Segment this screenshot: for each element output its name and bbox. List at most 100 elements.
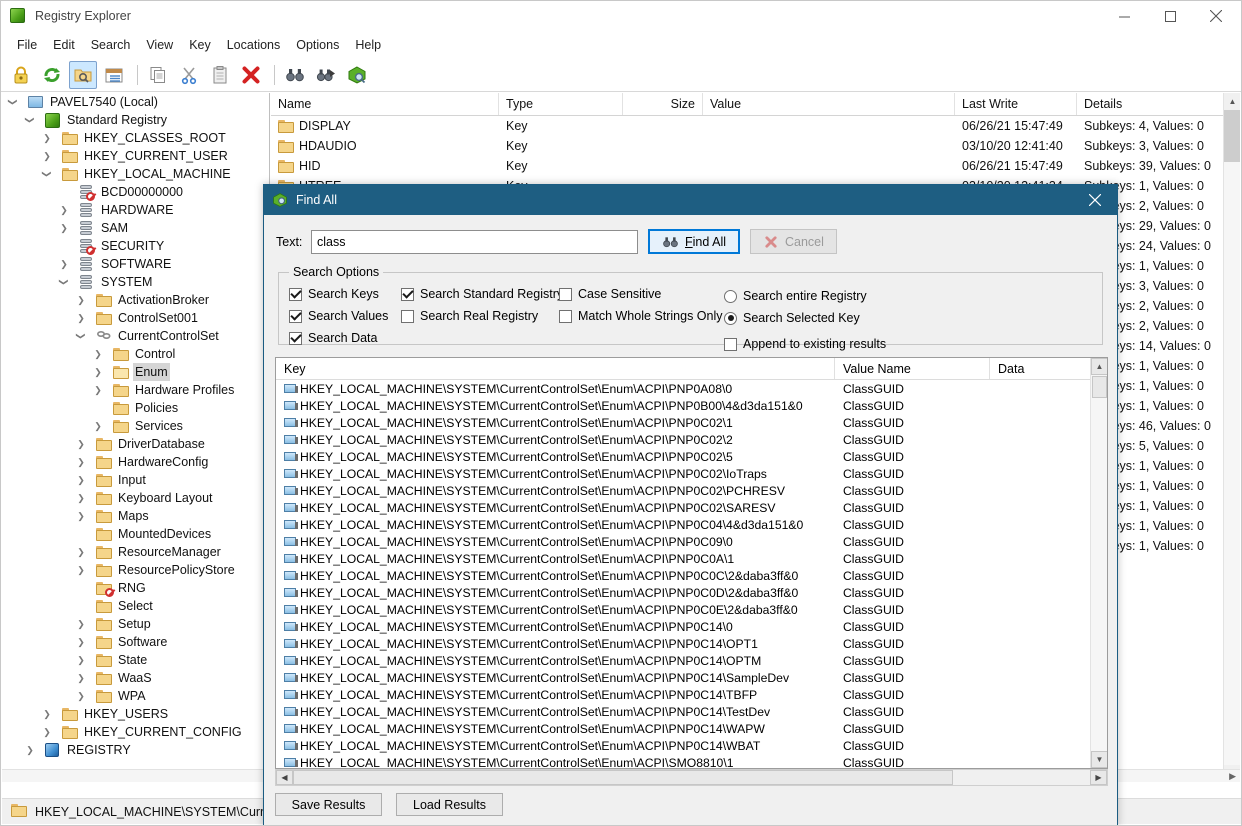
- tree-node[interactable]: ❯ HardwareConfig: [2, 453, 269, 471]
- cut-icon[interactable]: [175, 61, 203, 89]
- menu-search[interactable]: Search: [83, 34, 139, 56]
- results-row[interactable]: HKEY_LOCAL_MACHINE\SYSTEM\CurrentControl…: [276, 414, 1107, 431]
- menu-options[interactable]: Options: [288, 34, 347, 56]
- tree-node[interactable]: ❯ Enum: [2, 363, 269, 381]
- tree-node[interactable]: ❯ Setup: [2, 615, 269, 633]
- tree-node[interactable]: RNG: [2, 579, 269, 597]
- chevron-right-icon[interactable]: ❯: [40, 147, 54, 165]
- chevron-right-icon[interactable]: ❯: [74, 669, 88, 687]
- lock-icon[interactable]: [7, 61, 35, 89]
- scroll-up-arrow-icon[interactable]: ▲: [1224, 93, 1240, 110]
- results-row[interactable]: HKEY_LOCAL_MACHINE\SYSTEM\CurrentControl…: [276, 550, 1107, 567]
- tree-node[interactable]: ❯ State: [2, 651, 269, 669]
- checkbox-case-sensitive[interactable]: Case Sensitive: [559, 287, 724, 301]
- results-row[interactable]: HKEY_LOCAL_MACHINE\SYSTEM\CurrentControl…: [276, 601, 1107, 618]
- tree-horizontal-scrollbar[interactable]: [2, 769, 270, 782]
- results-column-header-value-name[interactable]: Value Name: [835, 358, 990, 379]
- tree-node[interactable]: ❯ Software: [2, 633, 269, 651]
- chevron-right-icon[interactable]: ❯: [74, 471, 88, 489]
- chevron-right-icon[interactable]: ❯: [74, 309, 88, 327]
- chevron-right-icon[interactable]: ❯: [74, 291, 88, 309]
- list-vertical-scrollbar[interactable]: ▲ ▼: [1223, 93, 1240, 782]
- results-row[interactable]: HKEY_LOCAL_MACHINE\SYSTEM\CurrentControl…: [276, 516, 1107, 533]
- results-row[interactable]: HKEY_LOCAL_MACHINE\SYSTEM\CurrentControl…: [276, 465, 1107, 482]
- tree-node[interactable]: ❯ CurrentControlSet: [2, 327, 269, 345]
- results-row[interactable]: HKEY_LOCAL_MACHINE\SYSTEM\CurrentControl…: [276, 703, 1107, 720]
- menu-edit[interactable]: Edit: [45, 34, 83, 56]
- chevron-down-icon[interactable]: ❯: [23, 111, 37, 129]
- registry-tree[interactable]: ❯ PAVEL7540 (Local) ❯ Standard Registry ❯ HKE…: [2, 93, 270, 782]
- tree-node[interactable]: BCD00000000: [2, 183, 269, 201]
- results-row[interactable]: HKEY_LOCAL_MACHINE\SYSTEM\CurrentControl…: [276, 448, 1107, 465]
- results-row[interactable]: HKEY_LOCAL_MACHINE\SYSTEM\CurrentControl…: [276, 618, 1107, 635]
- chevron-right-icon[interactable]: ❯: [74, 633, 88, 651]
- delete-icon[interactable]: [237, 61, 265, 89]
- chevron-right-icon[interactable]: ❯: [57, 219, 71, 237]
- find-all-button[interactable]: Find All: [648, 229, 740, 254]
- radio-search-selected-key[interactable]: Search Selected Key: [724, 311, 924, 325]
- chevron-right-icon[interactable]: ❯: [74, 489, 88, 507]
- results-row[interactable]: HKEY_LOCAL_MACHINE\SYSTEM\CurrentControl…: [276, 720, 1107, 737]
- list-row[interactable]: HID Key 06/26/21 15:47:49 Subkeys: 39, Valu…: [271, 156, 1240, 176]
- checkbox-search-real-registry[interactable]: Search Real Registry: [401, 309, 559, 323]
- tree-node[interactable]: ❯ ResourcePolicyStore: [2, 561, 269, 579]
- menu-help[interactable]: Help: [347, 34, 389, 56]
- tree-node[interactable]: Select: [2, 597, 269, 615]
- results-row[interactable]: HKEY_LOCAL_MACHINE\SYSTEM\CurrentControl…: [276, 380, 1107, 397]
- results-hscroll-thumb[interactable]: [293, 770, 953, 785]
- tree-node[interactable]: MountedDevices: [2, 525, 269, 543]
- menu-file[interactable]: File: [9, 34, 45, 56]
- results-row[interactable]: HKEY_LOCAL_MACHINE\SYSTEM\CurrentControl…: [276, 754, 1107, 768]
- folder-search-icon[interactable]: [69, 60, 97, 89]
- chevron-right-icon[interactable]: ❯: [74, 687, 88, 705]
- chevron-right-icon[interactable]: ❯: [23, 741, 37, 759]
- save-results-button[interactable]: Save Results: [275, 793, 382, 816]
- tree-node[interactable]: ❯ WaaS: [2, 669, 269, 687]
- menu-key[interactable]: Key: [181, 34, 219, 56]
- chevron-right-icon[interactable]: ❯: [74, 435, 88, 453]
- tree-node[interactable]: ❯ Services: [2, 417, 269, 435]
- results-row[interactable]: HKEY_LOCAL_MACHINE\SYSTEM\CurrentControl…: [276, 567, 1107, 584]
- tree-node[interactable]: Policies: [2, 399, 269, 417]
- results-list[interactable]: Key Value Name Data HKEY_LOCAL_MACHINE\S…: [275, 357, 1108, 769]
- radio-search-entire-registry[interactable]: Search entire Registry: [724, 289, 924, 303]
- list-row[interactable]: HDAUDIO Key 03/10/20 12:41:40 Subkeys: 3, V…: [271, 136, 1240, 156]
- results-row[interactable]: HKEY_LOCAL_MACHINE\SYSTEM\CurrentControl…: [276, 499, 1107, 516]
- paste-icon[interactable]: [206, 61, 234, 89]
- chevron-right-icon[interactable]: ❯: [91, 381, 105, 399]
- tree-node[interactable]: ❯ HKEY_CURRENT_USER: [2, 147, 269, 165]
- tree-node[interactable]: ❯ HKEY_CURRENT_CONFIG: [2, 723, 269, 741]
- tree-node[interactable]: ❯ PAVEL7540 (Local): [2, 93, 269, 111]
- results-scroll-down-arrow-icon[interactable]: ▼: [1091, 751, 1107, 768]
- tree-node[interactable]: ❯ Maps: [2, 507, 269, 525]
- chevron-right-icon[interactable]: ❯: [74, 543, 88, 561]
- chevron-right-icon[interactable]: ❯: [74, 453, 88, 471]
- column-header-details[interactable]: Details: [1077, 93, 1240, 115]
- chevron-right-icon[interactable]: ❯: [91, 345, 105, 363]
- find-next-icon[interactable]: [312, 61, 340, 89]
- results-row[interactable]: HKEY_LOCAL_MACHINE\SYSTEM\CurrentControl…: [276, 686, 1107, 703]
- results-row[interactable]: HKEY_LOCAL_MACHINE\SYSTEM\CurrentControl…: [276, 635, 1107, 652]
- results-scroll-up-arrow-icon[interactable]: ▲: [1091, 358, 1107, 375]
- maximize-button[interactable]: [1147, 1, 1193, 31]
- tree-node[interactable]: ❯ REGISTRY: [2, 741, 269, 759]
- chevron-down-icon[interactable]: ❯: [57, 273, 71, 291]
- tree-node[interactable]: ❯ SYSTEM: [2, 273, 269, 291]
- chevron-right-icon[interactable]: ❯: [74, 507, 88, 525]
- tree-node[interactable]: ❯ Hardware Profiles: [2, 381, 269, 399]
- cancel-button[interactable]: Cancel: [750, 229, 837, 254]
- results-scroll-thumb[interactable]: [1092, 376, 1107, 398]
- checkbox-search-keys[interactable]: Search Keys: [289, 287, 401, 301]
- close-button[interactable]: [1193, 1, 1239, 31]
- tree-node[interactable]: ❯ Input: [2, 471, 269, 489]
- results-row[interactable]: HKEY_LOCAL_MACHINE\SYSTEM\CurrentControl…: [276, 652, 1107, 669]
- tree-node[interactable]: ❯ SOFTWARE: [2, 255, 269, 273]
- results-scroll-right-arrow-icon[interactable]: ▶: [1090, 770, 1107, 785]
- registry-search-icon[interactable]: [343, 61, 371, 89]
- checkbox-match-whole-strings[interactable]: Match Whole Strings Only: [559, 309, 724, 323]
- tree-node[interactable]: ❯ ControlSet001: [2, 309, 269, 327]
- chevron-right-icon[interactable]: ❯: [91, 417, 105, 435]
- find-icon[interactable]: [281, 61, 309, 89]
- tree-node[interactable]: ❯ DriverDatabase: [2, 435, 269, 453]
- tree-node[interactable]: ❯ HARDWARE: [2, 201, 269, 219]
